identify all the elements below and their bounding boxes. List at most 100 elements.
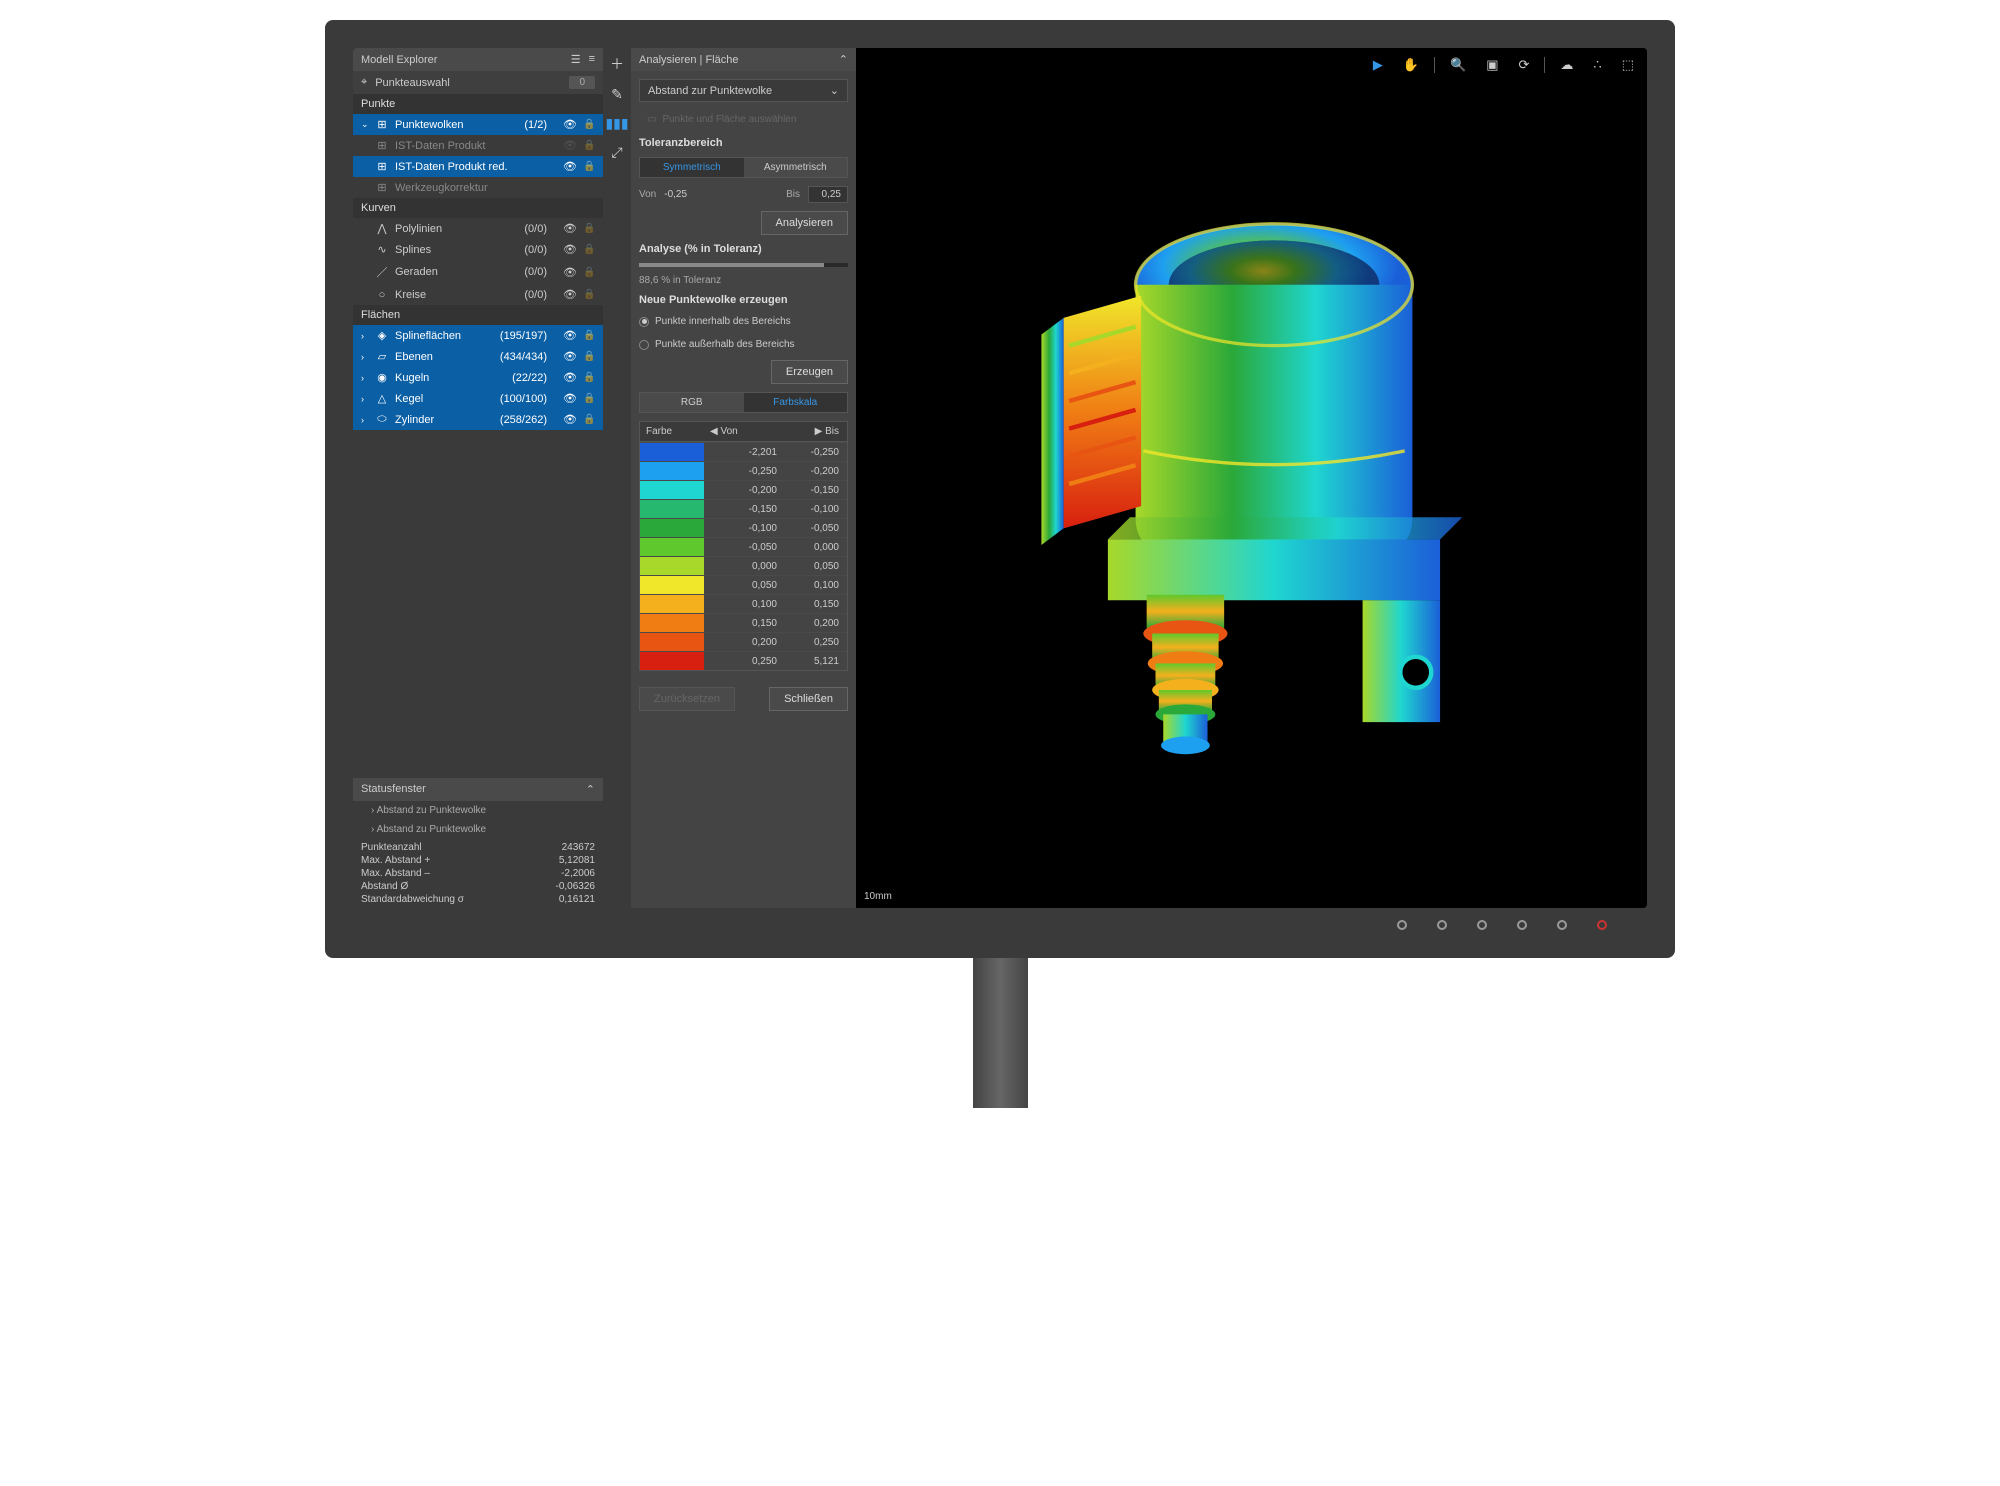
lock-icon[interactable]: 🔒 [583,330,595,341]
eye-icon[interactable]: 👁 [563,329,577,342]
metric-dropdown[interactable]: Abstand zur Punktewolke ⌄ [639,79,848,102]
tree-punktewolken[interactable]: ⌄ ⊞ Punktewolken (1/2) 👁 🔒 [353,114,603,135]
von-value: -0,25 [664,189,687,200]
color-von: 0,150 [704,618,787,629]
lock-icon[interactable]: 🔒 [583,289,595,300]
lock-icon[interactable]: 🔒 [583,161,595,172]
tree-polylinien[interactable]: ⋀ Polylinien (0/0) 👁 🔒 [353,218,603,239]
monitor-button[interactable] [1477,920,1487,930]
eye-icon[interactable]: 👁 [563,160,577,173]
color-swatch [640,557,704,575]
rotate-icon[interactable]: ⟳ [1514,54,1535,76]
color-row[interactable]: -0,150 -0,100 [640,499,847,518]
monitor-button[interactable] [1437,920,1447,930]
eye-icon[interactable]: 👁 [563,139,577,152]
lock-icon[interactable]: 🔒 [583,244,595,255]
bis-input[interactable]: 0,25 [808,186,848,203]
color-row[interactable]: -0,100 -0,050 [640,518,847,537]
lock-icon[interactable]: 🔒 [583,414,595,425]
color-row[interactable]: 0,250 5,121 [640,651,847,670]
tree-ebenen[interactable]: ›▱ Ebenen (434/434) 👁 🔒 [353,346,603,367]
color-row[interactable]: 0,200 0,250 [640,632,847,651]
axis-icon[interactable]: ∴ [1588,54,1606,76]
lock-icon[interactable]: 🔒 [583,140,595,151]
tree-splineflaechen[interactable]: ›◈ Splineflächen (195/197) 👁 🔒 [353,325,603,346]
lock-icon[interactable]: 🔒 [583,393,595,404]
tree-zylinder[interactable]: ›⬭ Zylinder (258/262) 👁 🔒 [353,409,603,430]
hand-icon[interactable]: ✋ [1398,54,1424,76]
chevron-up-icon: ⌃ [586,783,595,796]
seg-asymmetric[interactable]: Asymmetrisch [744,158,848,177]
grid-icon: ⊞ [375,160,389,173]
monitor-button[interactable] [1397,920,1407,930]
color-row[interactable]: -2,201 -0,250 [640,442,847,461]
color-von: -2,201 [704,447,787,458]
seg-symmetric[interactable]: Symmetrisch [640,158,744,177]
tree-geraden[interactable]: ／ Geraden (0/0) 👁 🔒 [353,260,603,284]
monitor-button[interactable] [1557,920,1567,930]
tolerance-range: Von -0,25 Bis 0,25 [639,186,848,203]
color-row[interactable]: 0,100 0,150 [640,594,847,613]
pointsel-label: Punkteauswahl [375,77,450,89]
status-title-bar[interactable]: Statusfenster ⌃ [353,778,603,801]
eye-icon[interactable]: 👁 [563,222,577,235]
analyse-icon[interactable]: ▮▮▮ [605,115,628,132]
eye-icon[interactable]: 👁 [563,371,577,384]
color-row[interactable]: 0,050 0,100 [640,575,847,594]
seg-scale[interactable]: Farbskala [744,393,848,412]
lock-icon[interactable]: 🔒 [583,372,595,383]
tree-ist-produkt-red[interactable]: ⊞ IST-Daten Produkt red. 👁 🔒 [353,156,603,177]
expand-icon[interactable]: ⤢ [611,144,622,161]
add-icon[interactable]: ＋ [610,54,624,74]
point-selection-row[interactable]: ⌖ Punkteauswahl 0 [353,71,603,94]
lock-icon[interactable]: 🔒 [583,267,595,278]
tree-kreise[interactable]: ○ Kreise (0/0) 👁 🔒 [353,284,603,305]
list-expand-icon[interactable]: ≡ [589,53,595,66]
cube-icon[interactable]: ⬚ [1617,54,1639,76]
power-button[interactable] [1597,920,1607,930]
lock-icon[interactable]: 🔒 [583,223,595,234]
viewport-3d[interactable]: ▶ ✋ 🔍 ▣ ⟳ ☁ ∴ ⬚ [856,48,1647,908]
close-button[interactable]: Schließen [769,687,848,711]
eye-icon[interactable]: 👁 [563,288,577,301]
tree-werkzeugkorrektur[interactable]: ⊞ Werkzeugkorrektur [353,177,603,198]
tree-kegel[interactable]: ›△ Kegel (100/100) 👁 🔒 [353,388,603,409]
tree-ist-produkt[interactable]: ⊞ IST-Daten Produkt 👁 🔒 [353,135,603,156]
edit-icon[interactable]: ✎ [611,86,623,103]
radio-outer[interactable]: Punkte außerhalb des Bereichs [639,337,848,352]
grid-icon: ⊞ [375,181,389,194]
color-row[interactable]: 0,000 0,050 [640,556,847,575]
color-row[interactable]: -0,250 -0,200 [640,461,847,480]
search-icon[interactable]: 🔍 [1445,54,1471,76]
color-row[interactable]: -0,200 -0,150 [640,480,847,499]
seg-rgb[interactable]: RGB [640,393,744,412]
chevron-up-icon[interactable]: ⌃ [839,53,848,66]
color-von: 0,000 [704,561,787,572]
eye-icon[interactable]: 👁 [563,118,577,131]
list-icon[interactable]: ☰ [571,53,581,66]
status-item[interactable]: › Abstand zu Punktewolke [353,820,603,839]
radio-inner[interactable]: Punkte innerhalb des Bereichs [639,314,848,329]
status-item[interactable]: › Abstand zu Punktewolke [353,801,603,820]
eye-icon[interactable]: 👁 [563,350,577,363]
eye-icon[interactable]: 👁 [563,392,577,405]
analyse-button[interactable]: Analysieren [761,211,848,235]
cloud-icon[interactable]: ☁ [1555,54,1578,76]
color-swatch [640,481,704,499]
frame-icon[interactable]: ▣ [1481,54,1503,76]
monitor-button[interactable] [1517,920,1527,930]
color-row[interactable]: -0,050 0,000 [640,537,847,556]
reset-button: Zurücksetzen [639,687,735,711]
pointsel-count: 0 [569,76,595,89]
eye-icon[interactable]: 👁 [563,243,577,256]
generate-button[interactable]: Erzeugen [771,360,848,384]
eye-icon[interactable]: 👁 [563,413,577,426]
lock-icon[interactable]: 🔒 [583,351,595,362]
tree-splines[interactable]: ∿ Splines (0/0) 👁 🔒 [353,239,603,260]
tree-kugeln[interactable]: ›◉ Kugeln (22/22) 👁 🔒 [353,367,603,388]
eye-icon[interactable]: 👁 [563,266,577,279]
lock-icon[interactable]: 🔒 [583,119,595,130]
cursor-icon[interactable]: ▶ [1368,54,1388,76]
color-von: -0,250 [704,466,787,477]
color-row[interactable]: 0,150 0,200 [640,613,847,632]
